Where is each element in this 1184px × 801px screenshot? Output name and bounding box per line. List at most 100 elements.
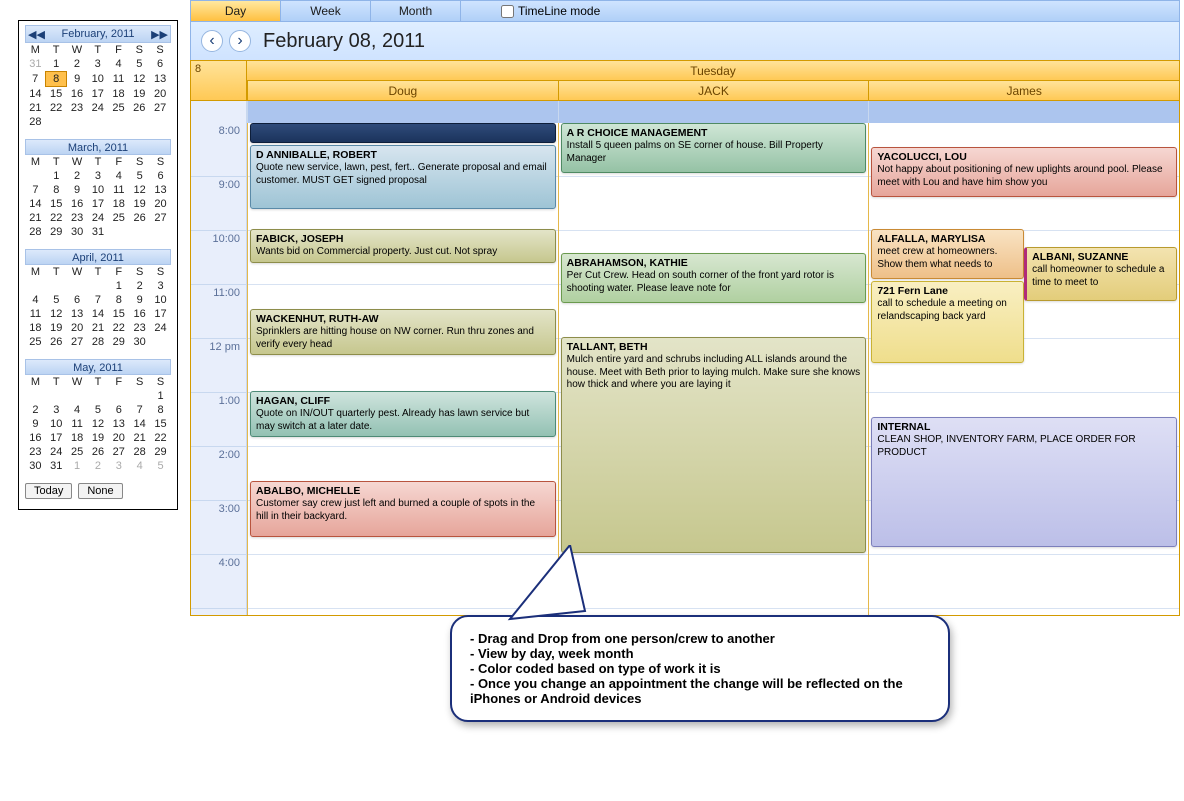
cal-day-cell[interactable] (150, 335, 171, 349)
cal-day-cell[interactable]: 2 (67, 169, 88, 183)
cal-day-cell[interactable] (150, 115, 171, 129)
cal-day-cell[interactable]: 12 (129, 183, 150, 197)
cal-day-cell[interactable]: 12 (88, 417, 109, 431)
cal-day-cell[interactable] (129, 389, 150, 403)
cal-day-cell[interactable]: 9 (67, 72, 88, 87)
cal-day-cell[interactable]: 26 (88, 445, 109, 459)
cal-day-cell[interactable]: 26 (129, 211, 150, 225)
cal-day-cell[interactable]: 9 (67, 183, 88, 197)
appointment[interactable]: ALFALLA, MARYLISAmeet crew at homeowners… (871, 229, 1024, 279)
cal-day-cell[interactable]: 29 (46, 225, 67, 239)
cal-day-cell[interactable]: 14 (129, 417, 150, 431)
timeline-mode-check[interactable]: TimeLine mode (501, 4, 600, 18)
cal-day-cell[interactable]: 23 (67, 211, 88, 225)
cal-day-cell[interactable]: 11 (108, 72, 129, 87)
cal-day-cell[interactable] (46, 279, 67, 293)
cal-day-cell[interactable]: 2 (129, 279, 150, 293)
cal-day-cell[interactable]: 24 (87, 101, 108, 115)
cal-day-cell[interactable]: 5 (129, 169, 150, 183)
cal-day-cell[interactable]: 19 (129, 197, 150, 211)
cal-day-cell[interactable]: 7 (88, 293, 109, 307)
cal-day-cell[interactable]: 17 (150, 307, 171, 321)
cal-day-cell[interactable] (67, 389, 88, 403)
column-jack[interactable]: A R CHOICE MANAGEMENTInstall 5 queen pal… (558, 123, 869, 615)
appointment[interactable]: ALBANI, SUZANNEcall homeowner to schedul… (1024, 247, 1177, 301)
cal-day-cell[interactable]: 4 (129, 459, 150, 473)
cal-day-cell[interactable]: 30 (67, 225, 88, 239)
cal-day-cell[interactable]: 31 (88, 225, 109, 239)
cal-day-cell[interactable]: 19 (129, 87, 150, 102)
cal-day-cell[interactable]: 10 (87, 72, 108, 87)
cal-day-cell[interactable]: 31 (46, 459, 67, 473)
allday-cell[interactable] (558, 101, 869, 123)
cal-day-cell[interactable]: 28 (25, 115, 46, 129)
cal-day-cell[interactable]: 3 (87, 57, 108, 72)
cal-next-icon[interactable]: ▶▶ (151, 28, 168, 41)
cal-day-cell[interactable]: 13 (108, 417, 129, 431)
cal-day-cell[interactable]: 24 (46, 445, 67, 459)
cal-day-cell[interactable]: 27 (67, 335, 88, 349)
appointment[interactable]: INTERNALCLEAN SHOP, INVENTORY FARM, PLAC… (871, 417, 1177, 547)
cal-day-cell[interactable]: 13 (67, 307, 88, 321)
cal-day-cell[interactable]: 12 (46, 307, 67, 321)
cal-day-cell[interactable]: 22 (46, 101, 67, 115)
cal-day-cell[interactable]: 6 (150, 57, 171, 72)
appointment[interactable]: ABALBO, MICHELLECustomer say crew just l… (250, 481, 556, 537)
cal-day-cell[interactable]: 29 (108, 335, 129, 349)
appointment[interactable]: WACKENHUT, RUTH-AWSprinklers are hitting… (250, 309, 556, 355)
cal-day-cell[interactable]: 27 (150, 101, 171, 115)
cal-day-cell[interactable]: 13 (150, 183, 171, 197)
view-day-button[interactable]: Day (191, 1, 281, 21)
cal-day-cell[interactable]: 1 (46, 57, 67, 72)
cal-day-cell[interactable]: 7 (25, 183, 46, 197)
cal-day-cell[interactable]: 25 (108, 211, 129, 225)
cal-day-cell[interactable]: 8 (108, 293, 129, 307)
cal-day-cell[interactable]: 21 (129, 431, 150, 445)
cal-day-cell[interactable]: 25 (67, 445, 88, 459)
appointment[interactable]: 721 Fern Lanecall to schedule a meeting … (871, 281, 1024, 363)
cal-day-cell[interactable] (25, 389, 46, 403)
cal-day-cell[interactable]: 28 (88, 335, 109, 349)
person-header[interactable]: James (868, 81, 1179, 101)
cal-day-cell[interactable]: 28 (129, 445, 150, 459)
cal-day-cell[interactable]: 11 (25, 307, 46, 321)
cal-day-cell[interactable]: 19 (88, 431, 109, 445)
cal-day-cell[interactable] (25, 169, 46, 183)
cal-day-cell[interactable]: 19 (46, 321, 67, 335)
next-day-button[interactable]: › (229, 30, 251, 52)
cal-day-cell[interactable]: 16 (67, 197, 88, 211)
cal-day-cell[interactable]: 20 (150, 197, 171, 211)
cal-day-cell[interactable]: 24 (88, 211, 109, 225)
cal-day-cell[interactable]: 11 (67, 417, 88, 431)
cal-day-cell[interactable]: 21 (25, 211, 46, 225)
cal-day-cell[interactable]: 17 (46, 431, 67, 445)
cal-day-cell[interactable] (108, 225, 129, 239)
cal-day-cell[interactable]: 16 (129, 307, 150, 321)
cal-day-cell[interactable]: 18 (25, 321, 46, 335)
cal-day-cell[interactable]: 4 (67, 403, 88, 417)
appointment[interactable]: D ANNIBALLE, ROBERTQuote new service, la… (250, 145, 556, 209)
cal-day-cell[interactable]: 2 (25, 403, 46, 417)
cal-day-cell[interactable]: 31 (25, 57, 46, 72)
cal-day-cell[interactable]: 21 (25, 101, 46, 115)
appointment[interactable]: FABICK, JOSEPHWants bid on Commercial pr… (250, 229, 556, 263)
cal-day-cell[interactable]: 8 (46, 72, 67, 87)
cal-day-cell[interactable]: 7 (129, 403, 150, 417)
cal-day-cell[interactable]: 3 (150, 279, 171, 293)
cal-day-cell[interactable]: 5 (46, 293, 67, 307)
cal-day-cell[interactable]: 30 (129, 335, 150, 349)
cal-day-cell[interactable] (129, 115, 150, 129)
cal-day-cell[interactable]: 15 (150, 417, 171, 431)
cal-day-cell[interactable]: 12 (129, 72, 150, 87)
person-header[interactable]: JACK (558, 81, 869, 101)
cal-day-cell[interactable]: 5 (129, 57, 150, 72)
view-month-button[interactable]: Month (371, 1, 461, 21)
cal-day-cell[interactable]: 2 (88, 459, 109, 473)
cal-day-cell[interactable] (25, 279, 46, 293)
cal-day-cell[interactable]: 17 (88, 197, 109, 211)
cal-day-cell[interactable]: 27 (108, 445, 129, 459)
cal-day-cell[interactable] (88, 279, 109, 293)
appointment[interactable]: ABRAHAMSON, KATHIEPer Cut Crew. Head on … (561, 253, 867, 303)
cal-day-cell[interactable]: 27 (150, 211, 171, 225)
timeline-checkbox[interactable] (501, 5, 514, 18)
